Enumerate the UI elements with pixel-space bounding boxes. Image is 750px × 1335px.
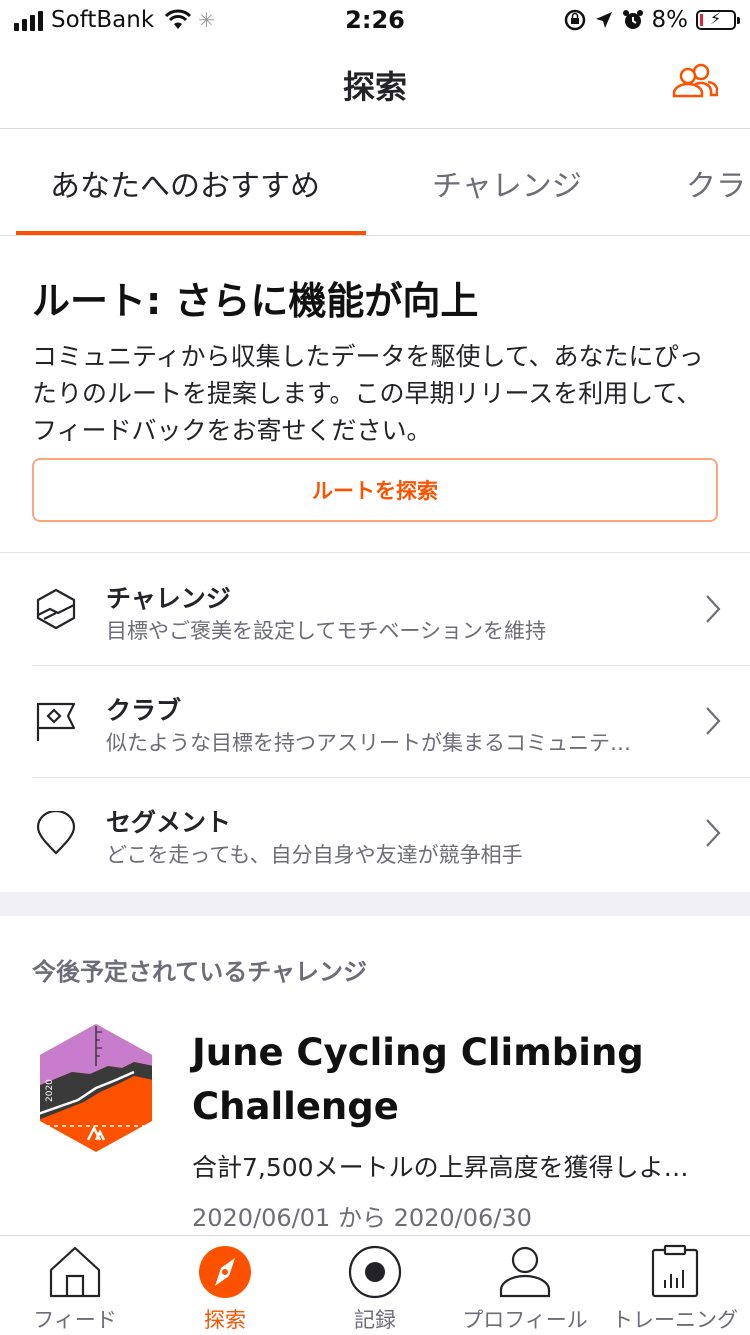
tab-clubs[interactable]: クラ [686,161,746,205]
explore-routes-button[interactable]: ルートを探索 [32,458,718,522]
battery-percent: 8% [651,7,689,33]
nav-label: 探索 [204,1308,246,1332]
list-item-title: チャレンジ [106,584,231,613]
people-icon[interactable] [672,62,718,98]
nav-record[interactable]: 記録 [300,1236,450,1335]
list-item-subtitle: 目標やご褒美を設定してモチベーションを維持 [106,619,546,643]
alarm-icon [622,10,643,29]
nav-label: プロフィール [462,1308,588,1332]
explore-list: チャレンジ 目標やご褒美を設定してモチベーションを維持 クラブ 似たような目標を… [0,552,750,889]
nav-feed[interactable]: フィード [0,1236,150,1335]
nav-header: 探索 [0,40,750,129]
chevron-right-icon [706,595,721,623]
challenge-badge-icon[interactable]: 2020 [38,1022,154,1154]
nav-label: 記録 [354,1308,396,1332]
promo-title: ルート: さらに機能が向上 [32,279,479,323]
section-divider [0,892,750,916]
nav-explore[interactable]: 探索 [150,1236,300,1335]
upcoming-section-title: 今後予定されているチャレンジ [32,958,368,986]
chevron-right-icon [706,707,721,735]
chevron-right-icon [706,819,721,847]
tab-challenges[interactable]: チャレンジ [432,161,582,205]
challenge-icon [36,588,76,630]
list-item-title: セグメント [106,808,232,837]
challenge-description: 合計7,500メートルの上昇高度を獲得しよ… [192,1153,689,1182]
location-arrow-icon [595,12,612,28]
challenge-title[interactable]: June Cycling Climbing Challenge [192,1026,712,1134]
bottom-tab-bar: フィード 探索 記録 プロフィール トレーニング [0,1235,750,1335]
list-item-challenges[interactable]: チャレンジ 目標やご褒美を設定してモチベーションを維持 [0,553,750,665]
home-icon [49,1246,101,1298]
list-item-subtitle: 似たような目標を持つアスリートが集まるコミュニテ… [106,731,631,755]
battery-icon: ⚡ [696,9,740,30]
promo-body: コミュニティから収集したデータを駆使して、あなたにぴったりのルートを提案します。… [32,342,704,445]
list-item-title: クラブ [106,696,182,725]
tab-recommended[interactable]: あなたへのおすすめ [50,161,320,205]
explore-compass-icon [199,1246,251,1298]
nav-label: フィード [33,1308,117,1332]
active-tab-indicator [16,231,366,235]
badge-year: 2020 [45,1079,55,1102]
list-item-clubs[interactable]: クラブ 似たような目標を持つアスリートが集まるコミュニテ… [0,665,750,777]
list-item-subtitle: どこを走っても、自分自身や友達が競争相手 [106,843,523,867]
list-item-segments[interactable]: セグメント どこを走っても、自分自身や友達が競争相手 [0,777,750,889]
training-calendar-icon [651,1244,699,1298]
page-title: 探索 [342,68,407,106]
orientation-lock-icon [564,9,585,31]
status-bar: SoftBank ✳ 2:26 8% ⚡ [0,0,750,40]
club-flag-icon [36,702,76,741]
nav-profile[interactable]: プロフィール [450,1236,600,1335]
nav-training[interactable]: トレーニング [600,1236,750,1335]
challenge-dates: 2020/06/01 から 2020/06/30 [192,1204,532,1232]
profile-icon [499,1246,551,1298]
explore-tabs: あなたへのおすすめ チャレンジ クラ [0,129,750,236]
record-icon [348,1245,402,1299]
segment-pin-icon [36,811,76,855]
nav-label: トレーニング [612,1308,738,1332]
